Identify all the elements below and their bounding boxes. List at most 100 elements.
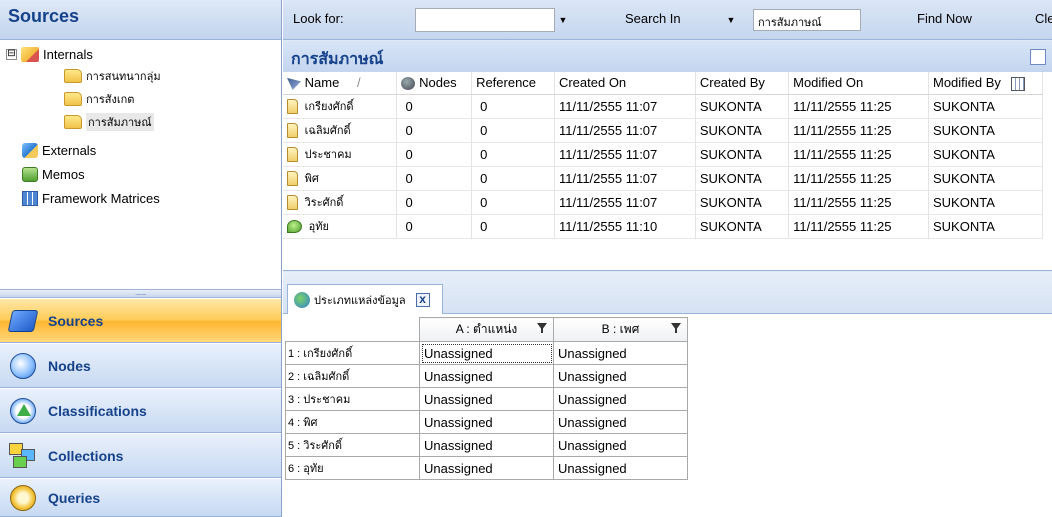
cell-nodes: 0: [396, 118, 473, 143]
tree-item-externals[interactable]: Externals: [22, 139, 96, 161]
tree-item-label: การสนทนากลุ่ม: [86, 71, 161, 83]
cell-attribute-a[interactable]: Unassigned: [419, 387, 554, 411]
tree-item-interview[interactable]: การสัมภาษณ์: [64, 111, 154, 133]
column-header-nodes[interactable]: Nodes: [396, 72, 473, 95]
cell-attribute-a[interactable]: Unassigned: [419, 341, 554, 365]
cell-modified-on: 11/11/2555 11:25: [788, 166, 929, 191]
tree-item-label: การสังเกต: [86, 94, 135, 106]
table-row[interactable]: วิระศักดิ์ 0 0 11/11/2555 11:07 SUKONTA 11/11…: [283, 190, 1044, 215]
tree-item-focus-group[interactable]: การสนทนากลุ่ม: [64, 65, 161, 87]
cell-attribute-a[interactable]: Unassigned: [419, 410, 554, 434]
cell-attribute-b[interactable]: Unassigned: [553, 387, 688, 411]
column-header-reference[interactable]: Reference: [471, 72, 555, 95]
cell-reference: 0: [471, 214, 555, 239]
column-header-modified-on[interactable]: Modified On: [788, 72, 929, 95]
table-row[interactable]: เกรียงศักดิ์ 0 0 11/11/2555 11:07 SUKONTA 11/…: [283, 94, 1044, 119]
cell-created-by: SUKONTA: [695, 214, 790, 239]
sort-indicator: /: [356, 75, 361, 91]
column-header-name[interactable]: Name /: [283, 72, 398, 95]
cell-nodes: 0: [396, 214, 473, 239]
classification-sheet: A : ตำแหน่ง B : เพศ 1 : เกรียงศักดิ์ Unas…: [285, 317, 688, 480]
cell-name[interactable]: พิศ: [283, 166, 398, 191]
row-header[interactable]: 6 : อุทัย: [285, 456, 420, 480]
table-row[interactable]: เฉลิมศักดิ์ 0 0 11/11/2555 11:07 SUKONTA 11/1…: [283, 118, 1044, 143]
panel-toggle-icon[interactable]: [1030, 49, 1046, 65]
row-header[interactable]: 4 : พิศ: [285, 410, 420, 434]
document-icon: [287, 195, 298, 211]
tab-source-classification[interactable]: ประเภทแหล่งข้อมูล x: [287, 284, 443, 314]
cell-modified-by: SUKONTA: [928, 190, 1044, 215]
cell-attribute-a[interactable]: Unassigned: [419, 456, 554, 480]
cell-reference: 0: [471, 118, 555, 143]
cell-attribute-b[interactable]: Unassigned: [553, 410, 688, 434]
row-header[interactable]: 1 : เกรียงศักดิ์: [285, 341, 420, 365]
cell-name[interactable]: วิระศักดิ์: [283, 190, 398, 215]
source-tree: ⊟ Internals การสนทนากลุ่ม การสังเกต การส…: [0, 41, 281, 289]
tree-item-internals[interactable]: ⊟ Internals: [6, 43, 93, 65]
cell-nodes: 0: [396, 94, 473, 119]
cell-name[interactable]: ประชาคม: [283, 142, 398, 167]
column-header-attribute-b[interactable]: B : เพศ: [553, 317, 688, 342]
nav-nodes-button[interactable]: Nodes: [0, 344, 281, 388]
column-header-attribute-a[interactable]: A : ตำแหน่ง: [419, 317, 554, 342]
column-header-created-on[interactable]: Created On: [554, 72, 696, 95]
column-label: A : ตำแหน่ง: [455, 322, 518, 336]
cell-modified-on: 11/11/2555 11:25: [788, 142, 929, 167]
clear-button[interactable]: Cle: [1035, 11, 1052, 26]
table-row[interactable]: ประชาคม 0 0 11/11/2555 11:07 SUKONTA 11/11/25…: [283, 142, 1044, 167]
column-label: Nodes: [419, 75, 457, 91]
cell-modified-by: SUKONTA: [928, 94, 1044, 119]
cell-modified-by: SUKONTA: [928, 142, 1044, 167]
row-header[interactable]: 3 : ประชาคม: [285, 387, 420, 411]
nav-classifications-button[interactable]: Classifications: [0, 389, 281, 433]
chevron-down-icon[interactable]: ▼: [723, 8, 739, 32]
column-header-modified-by[interactable]: Modified By: [928, 72, 1044, 95]
table-row[interactable]: อุทัย 0 0 11/11/2555 11:10 SUKONTA 11/11/2555…: [283, 214, 1044, 239]
cell-reference: 0: [471, 166, 555, 191]
chevron-down-icon[interactable]: ▼: [555, 8, 571, 32]
cell-created-on: 11/11/2555 11:07: [554, 118, 696, 143]
cell-modified-on: 11/11/2555 11:25: [788, 94, 929, 119]
collapse-icon[interactable]: ⊟: [6, 48, 17, 60]
cell-attribute-b[interactable]: Unassigned: [553, 433, 688, 457]
cell-attribute-b[interactable]: Unassigned: [553, 364, 688, 388]
nav-collections-button[interactable]: Collections: [0, 434, 281, 478]
memo-icon: [287, 220, 302, 234]
row-header[interactable]: 2 : เฉลิมศักดิ์: [285, 364, 420, 388]
find-now-button[interactable]: Find Now: [917, 11, 972, 26]
row-header[interactable]: 5 : วิระศักดิ์: [285, 433, 420, 457]
cell-modified-on: 11/11/2555 11:25: [788, 214, 929, 239]
queries-icon: [10, 484, 36, 511]
tree-item-observation[interactable]: การสังเกต: [64, 88, 134, 110]
tree-item-framework-matrices[interactable]: Framework Matrices: [22, 187, 160, 209]
column-header-created-by[interactable]: Created By: [695, 72, 790, 95]
row-name: เกรียงศักดิ์: [304, 101, 354, 113]
cell-created-by: SUKONTA: [695, 94, 790, 119]
look-for-input[interactable]: [415, 8, 555, 32]
cell-attribute-b[interactable]: Unassigned: [553, 341, 688, 365]
cell-name[interactable]: อุทัย: [283, 214, 398, 239]
tree-item-label: Internals: [43, 46, 93, 62]
cell-modified-by: SUKONTA: [928, 214, 1044, 239]
search-in-field[interactable]: การสัมภาษณ์: [753, 9, 861, 31]
cell-attribute-a[interactable]: Unassigned: [419, 364, 554, 388]
nodes-icon: [10, 352, 36, 379]
pane-splitter[interactable]: .........: [0, 289, 281, 298]
tree-item-memos[interactable]: Memos: [22, 163, 85, 185]
classification-icon: [294, 291, 310, 308]
table-row[interactable]: พิศ 0 0 11/11/2555 11:07 SUKONTA 11/11/2555 1…: [283, 166, 1044, 191]
close-icon[interactable]: x: [415, 292, 430, 307]
cell-name[interactable]: เกรียงศักดิ์: [283, 94, 398, 119]
cell-name[interactable]: เฉลิมศักดิ์: [283, 118, 398, 143]
cell-attribute-b[interactable]: Unassigned: [553, 456, 688, 480]
search-in-button[interactable]: Search In: [625, 11, 681, 26]
nav-sources-button[interactable]: Sources: [0, 299, 281, 343]
filter-icon[interactable]: [671, 323, 681, 333]
column-chooser-icon[interactable]: [1010, 76, 1025, 91]
filter-icon[interactable]: [537, 323, 547, 333]
classification-panel: ประเภทแหล่งข้อมูล x A : ตำแหน่ง B : เพศ: [283, 272, 1052, 517]
cell-created-by: SUKONTA: [695, 142, 790, 167]
nav-queries-button[interactable]: Queries: [0, 479, 281, 517]
cell-attribute-a[interactable]: Unassigned: [419, 433, 554, 457]
tree-item-label: การสัมภาษณ์: [86, 113, 154, 131]
